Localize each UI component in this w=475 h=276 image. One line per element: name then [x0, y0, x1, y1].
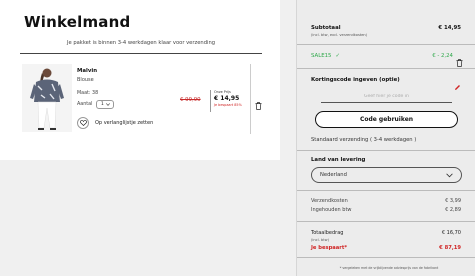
discount-title: Kortingscode ingeven (optie) [311, 77, 400, 83]
size-value: 38 [92, 91, 99, 96]
size-row: Maat: 38 [77, 91, 98, 96]
remove-item-button[interactable] [255, 95, 262, 114]
divider [297, 68, 475, 69]
shipping-option[interactable]: Standaard verzending ( 3-4 werkdagen ) [311, 137, 461, 143]
country-value: Nederland [320, 172, 347, 178]
page-title: Winkelmand [24, 13, 131, 31]
shipping-cost-row: Verzendkosten € 3,99 [311, 198, 461, 204]
price-label: Onze Prijs [214, 90, 231, 94]
chevron-down-icon [105, 103, 110, 106]
subtotal-value: € 14,95 [438, 25, 461, 31]
divider [297, 257, 475, 258]
vat-label: Ingehouden btw [311, 207, 352, 213]
edit-discount-button[interactable] [454, 76, 461, 95]
savings-label: Je bespaart* [311, 245, 348, 251]
heart-icon[interactable] [77, 117, 89, 129]
price-block: Onze Prijs € 14,95 Je bespaart 85% [214, 90, 242, 107]
price-divider [210, 90, 211, 112]
cart-item: Malvin Blouse Maat: 38 Aantal 1 Op verla… [22, 64, 262, 134]
order-summary: Subtotaal (incl. btw, excl. verzendkoste… [296, 0, 475, 276]
shipping-cost-value: € 3,99 [445, 198, 461, 204]
sale-code-label: SALE15 [311, 53, 332, 59]
quantity-row: Aantal 1 [77, 100, 115, 109]
divider [297, 44, 475, 45]
pencil-icon [455, 85, 460, 90]
trash-icon [255, 102, 262, 110]
total-label: Totaalbedrag [311, 230, 344, 236]
wishlist-label: Op verlanglijstje zetten [95, 120, 154, 126]
cart-panel: Winkelmand Je pakket is binnen 3-4 werkd… [0, 0, 280, 160]
product-photo-icon [22, 64, 72, 132]
product-type: Blouse [77, 77, 94, 83]
vat-value: € 2,89 [445, 207, 461, 213]
quantity-stepper[interactable]: 1 [96, 100, 115, 109]
total-note: (incl. btw) [311, 238, 329, 242]
size-label: Maat: [77, 91, 91, 96]
quantity-value: 1 [101, 102, 104, 107]
total-savings-row: Je bespaart* € 87,19 [311, 245, 461, 251]
savings-value: € 87,19 [439, 245, 461, 251]
current-price: € 14,95 [214, 95, 240, 102]
sale-discount-value: € - 2,24 [432, 53, 453, 59]
savings-badge: Je bespaart 85% [214, 103, 242, 107]
total-value: € 16,70 [441, 230, 461, 236]
old-price: € 99,90 [180, 97, 201, 103]
divider [297, 221, 475, 222]
vat-row: Ingehouden btw € 2,89 [311, 207, 461, 213]
product-image[interactable] [22, 64, 72, 132]
divider [297, 190, 475, 191]
country-title: Land van levering [311, 157, 366, 163]
discount-code-input[interactable] [321, 91, 452, 103]
delivery-note: Je pakket is binnen 3-4 werkdagen klaar … [66, 40, 216, 46]
subtotal-note: (incl. btw, excl. verzendkosten) [311, 33, 368, 37]
check-icon: ✓ [335, 53, 341, 59]
footnote: * vergeleken met de vrijblijvende advies… [339, 266, 439, 270]
apply-code-button[interactable]: Code gebruiken [315, 111, 458, 128]
product-name[interactable]: Malvin [77, 68, 97, 74]
chevron-down-icon [446, 173, 453, 177]
trash-icon [456, 59, 463, 67]
shipping-cost-label: Verzendkosten [311, 198, 348, 204]
card-divider [250, 64, 251, 134]
country-select[interactable]: Nederland [311, 167, 462, 183]
wishlist-button[interactable]: Op verlanglijstje zetten [77, 117, 153, 129]
divider [297, 150, 475, 151]
divider [20, 53, 262, 54]
quantity-label: Aantal [77, 102, 93, 107]
